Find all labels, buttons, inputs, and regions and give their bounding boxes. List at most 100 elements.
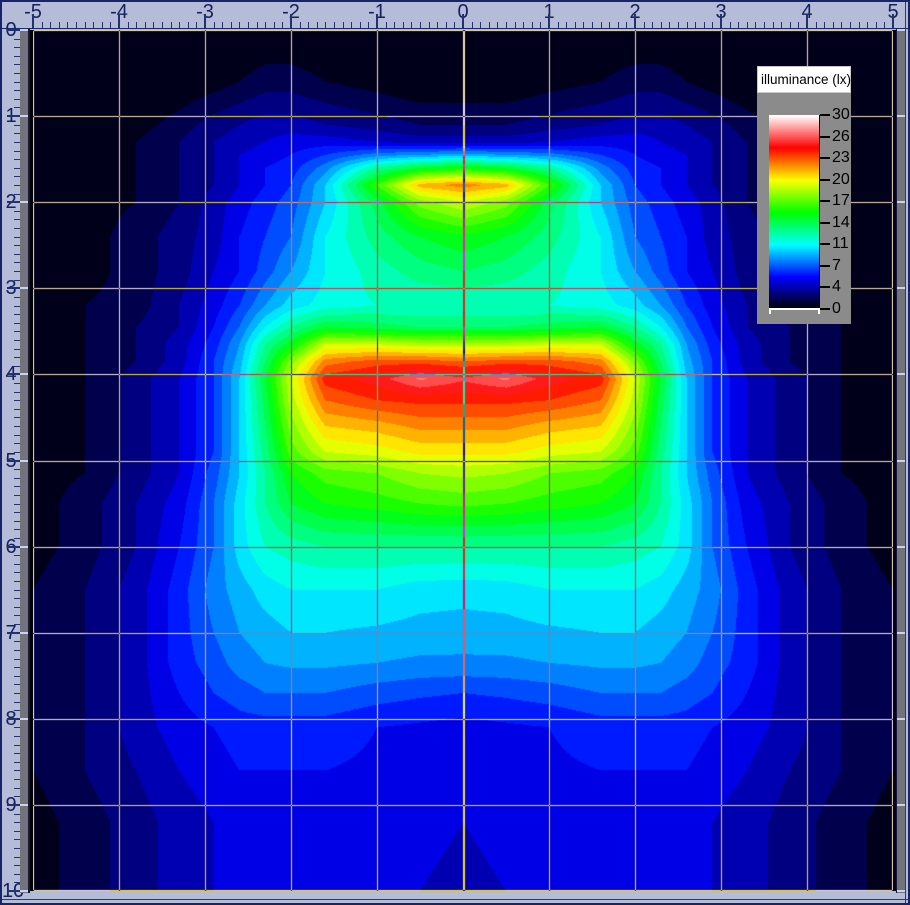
- marker-left-cap: [769, 308, 771, 314]
- x-minor-tick: [308, 22, 309, 28]
- colorbar-tick: [820, 286, 830, 288]
- x-minor-tick: [368, 22, 369, 28]
- colorbar: [769, 115, 820, 310]
- x-minor-tick: [153, 22, 154, 28]
- colorbar-tick-label: 20: [832, 172, 854, 188]
- x-minor-tick: [343, 22, 344, 28]
- colorbar-tick-label: 17: [832, 193, 854, 209]
- y-major-tick: [7, 546, 20, 548]
- x-minor-tick: [773, 22, 774, 28]
- colorbar-tick: [820, 265, 830, 267]
- groove-notch: [20, 287, 28, 289]
- x-minor-tick: [85, 22, 86, 28]
- colorbar-tick-label: 26: [832, 129, 854, 145]
- groove-notch: [897, 373, 905, 375]
- x-minor-tick: [712, 22, 713, 28]
- x-minor-tick: [558, 22, 559, 28]
- groove-notch: [20, 373, 28, 375]
- x-minor-tick: [755, 22, 756, 28]
- colorbar-tick: [820, 136, 830, 138]
- x-minor-tick: [678, 22, 679, 28]
- x-minor-tick: [859, 22, 860, 28]
- x-major-tick: [462, 14, 464, 28]
- x-minor-tick: [196, 22, 197, 28]
- x-minor-tick: [59, 22, 60, 28]
- groove-notch: [897, 632, 905, 634]
- left-ruler: 012345678910: [2, 29, 20, 899]
- legend[interactable]: illuminance (lx) 30262320171411740: [757, 66, 851, 324]
- x-minor-tick: [704, 22, 705, 28]
- marker-right-cap: [818, 308, 820, 314]
- groove-notch: [897, 460, 905, 462]
- x-major-tick: [806, 14, 808, 28]
- left-plot-groove: [20, 29, 30, 893]
- x-minor-tick: [188, 22, 189, 28]
- y-major-tick: [7, 373, 20, 375]
- x-minor-tick: [403, 22, 404, 28]
- x-minor-tick: [669, 22, 670, 28]
- x-minor-tick: [644, 22, 645, 28]
- y-major-tick: [7, 632, 20, 634]
- x-minor-tick: [824, 22, 825, 28]
- x-minor-tick: [231, 22, 232, 28]
- groove-notch: [897, 115, 905, 117]
- right-inner-border: [905, 2, 906, 903]
- groove-notch: [897, 287, 905, 289]
- x-minor-tick: [102, 22, 103, 28]
- legend-title: illuminance (lx): [757, 66, 851, 93]
- groove-notch: [897, 546, 905, 548]
- colorbar-tick: [820, 179, 830, 181]
- colorbar-min-marker: [769, 308, 820, 310]
- x-minor-tick: [325, 22, 326, 28]
- groove-notch: [20, 115, 28, 117]
- x-minor-tick: [523, 22, 524, 28]
- x-major-tick: [720, 14, 722, 28]
- x-minor-tick: [841, 22, 842, 28]
- y-major-tick: [7, 718, 20, 720]
- x-major-tick: [376, 14, 378, 28]
- y-major-tick: [7, 460, 20, 462]
- x-minor-tick: [274, 22, 275, 28]
- groove-notch: [897, 718, 905, 720]
- colorbar-tick-label: 30: [832, 107, 854, 123]
- colorbar-tick: [820, 222, 830, 224]
- y-major-tick: [7, 287, 20, 289]
- x-minor-tick: [171, 22, 172, 28]
- y-major-tick: [7, 201, 20, 203]
- x-minor-tick: [472, 22, 473, 28]
- x-minor-tick: [515, 22, 516, 28]
- groove-notch: [20, 718, 28, 720]
- x-minor-tick: [781, 22, 782, 28]
- x-minor-tick: [50, 22, 51, 28]
- x-minor-tick: [446, 22, 447, 28]
- y-major-tick: [7, 804, 20, 806]
- frame-top: [0, 0, 910, 2]
- x-major-tick: [892, 14, 894, 28]
- x-minor-tick: [730, 22, 731, 28]
- plot-window: -5-4-3-2-1012345 012345678910 illuminanc…: [0, 0, 910, 905]
- colorbar-tick-label: 4: [832, 279, 854, 295]
- x-minor-tick: [411, 22, 412, 28]
- x-minor-tick: [876, 22, 877, 28]
- y-major-tick: [7, 29, 20, 31]
- x-minor-tick: [687, 22, 688, 28]
- x-minor-tick: [222, 22, 223, 28]
- groove-notch: [20, 201, 28, 203]
- colorbar-tick: [820, 308, 830, 310]
- x-minor-tick: [214, 22, 215, 28]
- x-major-tick: [290, 14, 292, 28]
- groove-notch: [20, 460, 28, 462]
- x-major-tick: [118, 14, 120, 28]
- x-minor-tick: [257, 22, 258, 28]
- x-minor-tick: [575, 22, 576, 28]
- groove-notch: [897, 890, 905, 892]
- colorbar-tick: [820, 114, 830, 116]
- x-major-tick: [204, 14, 206, 28]
- x-minor-tick: [695, 22, 696, 28]
- plot-right-edge: [893, 30, 896, 891]
- x-major-tick: [548, 14, 550, 28]
- x-minor-tick: [76, 22, 77, 28]
- x-minor-tick: [67, 22, 68, 28]
- x-minor-tick: [437, 22, 438, 28]
- x-minor-tick: [145, 22, 146, 28]
